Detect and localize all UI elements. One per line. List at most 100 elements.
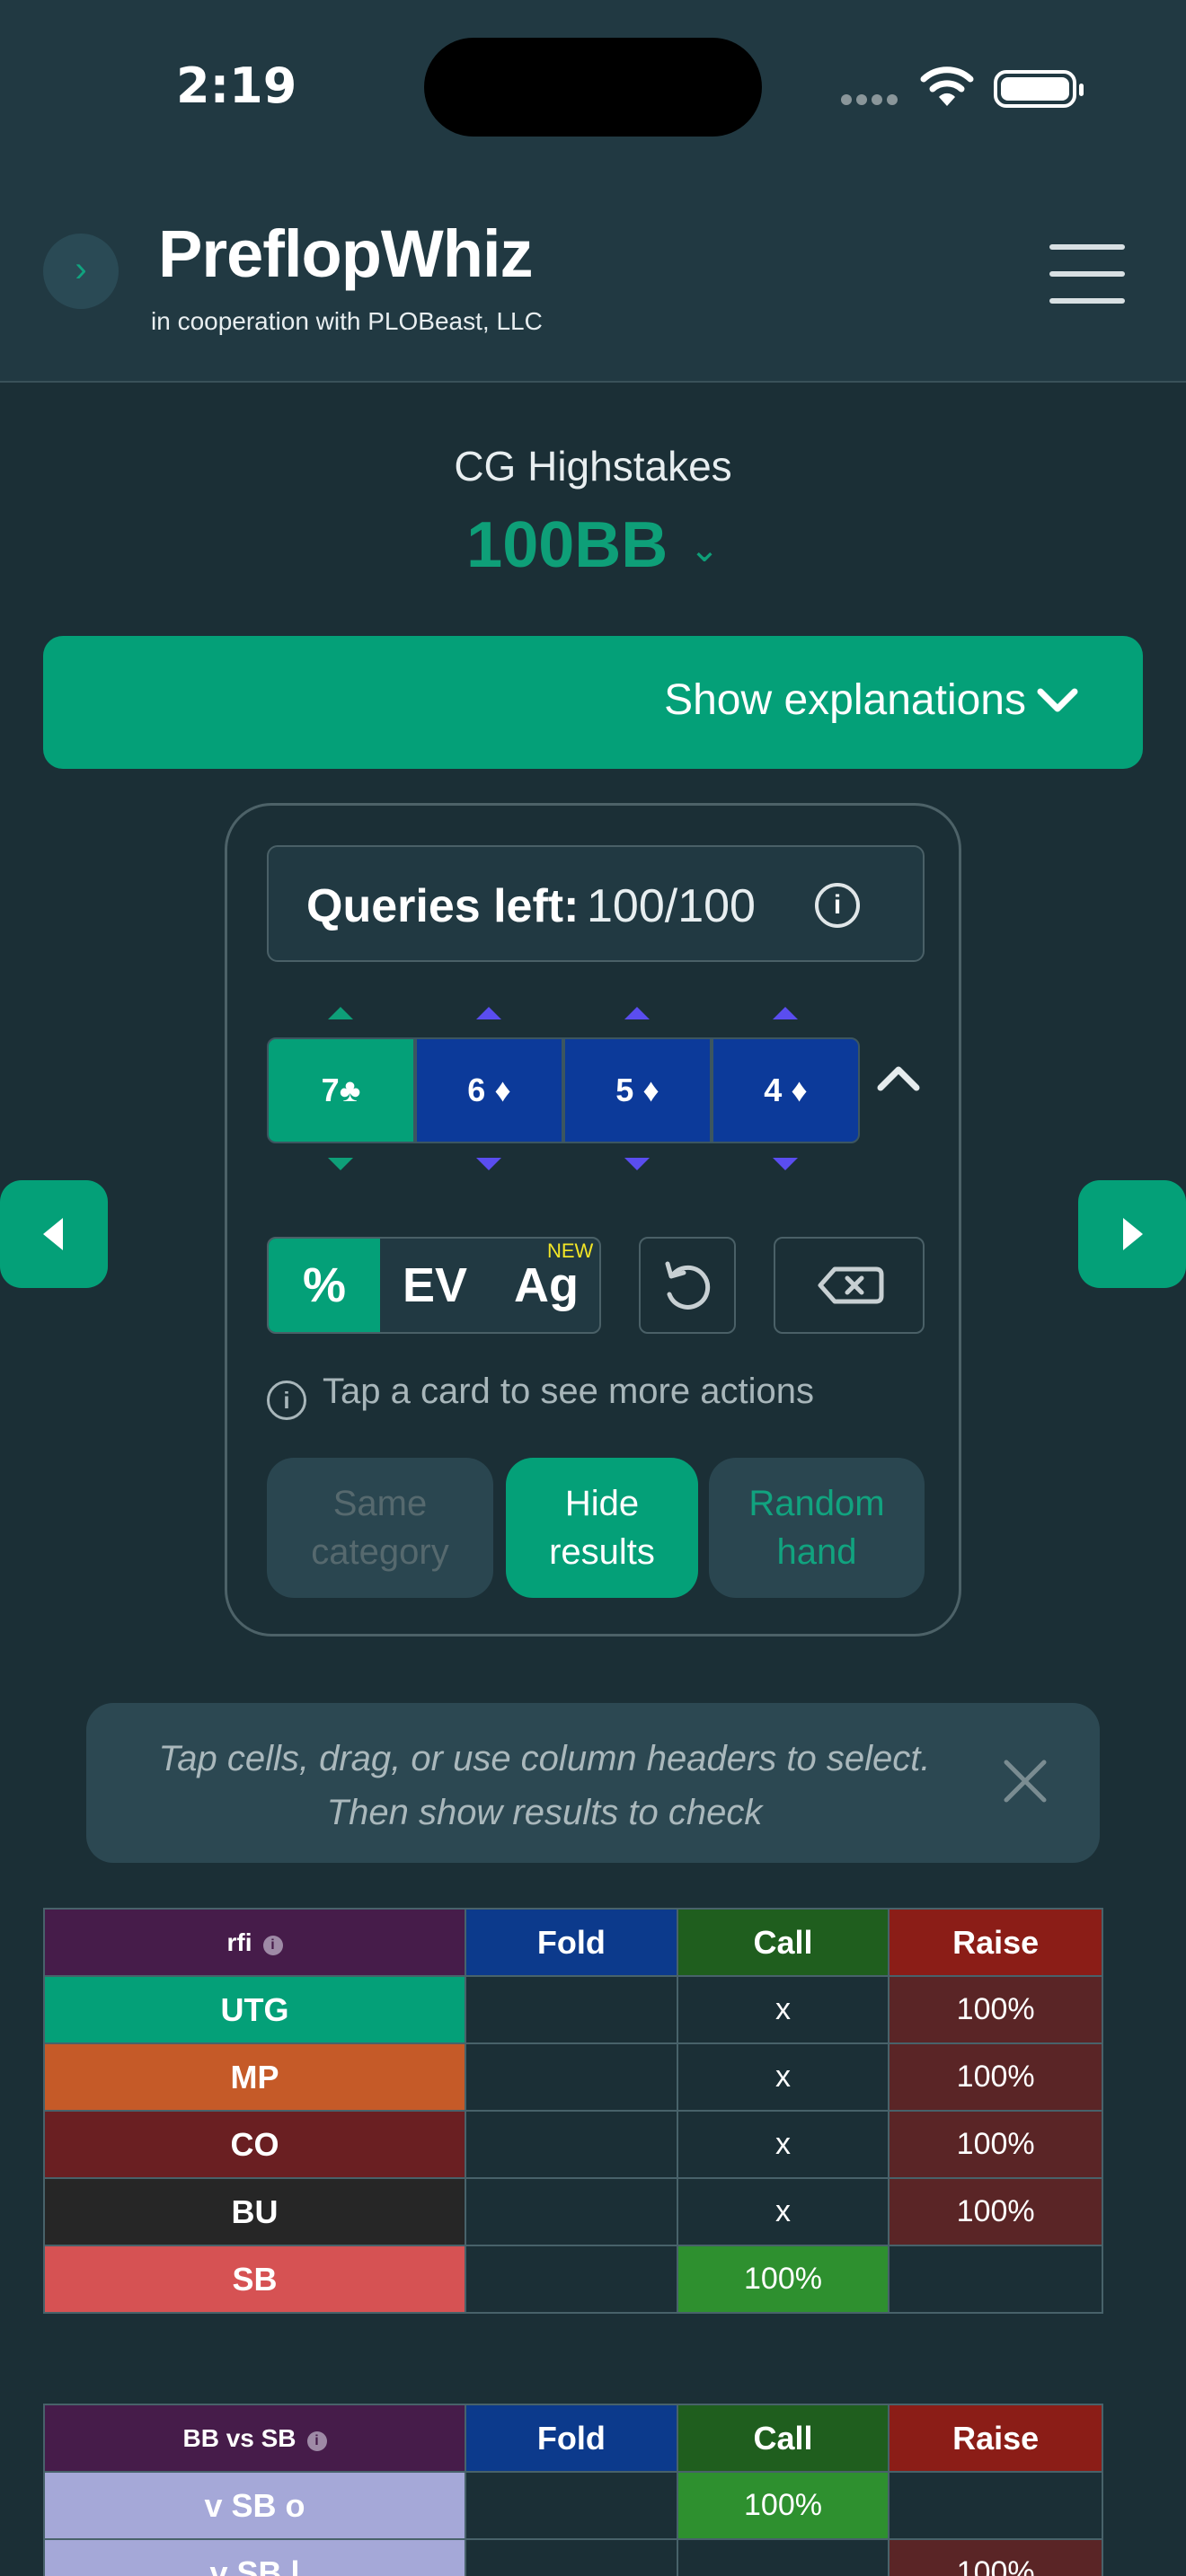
header-label: rfi bbox=[226, 1928, 252, 1956]
brand-tagline: in cooperation with PLOBeast, LLC bbox=[151, 307, 543, 335]
mode-percent-button[interactable]: % bbox=[269, 1239, 380, 1332]
raise-cell[interactable] bbox=[888, 2245, 1103, 2314]
hide-results-label-2: results bbox=[549, 1532, 655, 1572]
fold-cell[interactable] bbox=[465, 2471, 678, 2540]
call-cell[interactable]: 100% bbox=[676, 2245, 890, 2314]
raise-cell[interactable] bbox=[888, 2471, 1103, 2540]
clear-button[interactable] bbox=[774, 1237, 925, 1334]
row-header-v-sb-o[interactable]: v SB o bbox=[42, 2471, 467, 2540]
battery-icon bbox=[994, 70, 1084, 108]
column-header-bb-vs-sb[interactable]: BB vs SB i bbox=[42, 2404, 467, 2473]
info-icon[interactable]: i bbox=[815, 883, 860, 928]
chevron-right-icon: › bbox=[75, 250, 87, 289]
show-explanations-button[interactable]: Show explanations bbox=[43, 636, 1143, 769]
hide-results-button[interactable]: Hide results bbox=[506, 1458, 698, 1598]
undo-icon bbox=[665, 1261, 711, 1310]
mode-ev-button[interactable]: EV bbox=[380, 1239, 490, 1332]
diamond-icon: ♦ bbox=[642, 1072, 659, 1108]
card-3[interactable]: 5 ♦ bbox=[563, 1037, 712, 1143]
fold-cell[interactable] bbox=[465, 2177, 678, 2246]
column-header-rfi[interactable]: rfi i bbox=[42, 1908, 467, 1977]
header-label: BB vs SB bbox=[182, 2423, 296, 2452]
row-header-utg[interactable]: UTG bbox=[42, 1975, 467, 2044]
info-icon: i bbox=[267, 1381, 306, 1420]
card-2-down-arrow-icon[interactable] bbox=[476, 1158, 501, 1170]
card-4[interactable]: 4 ♦ bbox=[712, 1037, 860, 1143]
column-header-call[interactable]: Call bbox=[676, 2404, 890, 2473]
column-header-raise[interactable]: Raise bbox=[888, 1908, 1103, 1977]
diamond-icon: ♦ bbox=[494, 1072, 511, 1108]
card-3-up-arrow-icon[interactable] bbox=[624, 1007, 650, 1019]
expand-sidebar-button[interactable]: › bbox=[43, 234, 119, 309]
card-1[interactable]: 7♣ bbox=[267, 1037, 415, 1143]
column-header-call[interactable]: Call bbox=[676, 1908, 890, 1977]
raise-cell[interactable]: 100% bbox=[888, 2177, 1103, 2246]
card-4-down-arrow-icon[interactable] bbox=[773, 1158, 798, 1170]
query-panel: Queries left: 100/100 i 7♣ 6 ♦ 5 ♦ 4 ♦ %… bbox=[225, 803, 961, 1636]
chevron-down-icon bbox=[1037, 688, 1078, 712]
row-header-bu[interactable]: BU bbox=[42, 2177, 467, 2246]
column-header-raise[interactable]: Raise bbox=[888, 2404, 1103, 2473]
fold-cell[interactable] bbox=[465, 2110, 678, 2179]
card-4-up-arrow-icon[interactable] bbox=[773, 1007, 798, 1019]
card-2[interactable]: 6 ♦ bbox=[415, 1037, 563, 1143]
backspace-icon bbox=[818, 1266, 884, 1304]
table-row: BU x 100% bbox=[42, 2177, 1103, 2246]
card-rank: 6 bbox=[467, 1072, 486, 1108]
club-icon: ♣ bbox=[339, 1072, 361, 1108]
undo-button[interactable] bbox=[639, 1237, 736, 1334]
call-cell[interactable]: x bbox=[676, 2110, 890, 2179]
site-name: CG Highstakes bbox=[454, 443, 732, 490]
call-cell[interactable]: x bbox=[676, 2177, 890, 2246]
column-header-fold[interactable]: Fold bbox=[465, 2404, 678, 2473]
fold-cell[interactable] bbox=[465, 2245, 678, 2314]
card-3-down-arrow-icon[interactable] bbox=[624, 1158, 650, 1170]
card-1-up-arrow-icon[interactable] bbox=[328, 1007, 353, 1019]
chevron-up-icon[interactable] bbox=[876, 1063, 921, 1093]
random-hand-button[interactable]: Random hand bbox=[709, 1458, 925, 1598]
row-header-mp[interactable]: MP bbox=[42, 2042, 467, 2112]
raise-cell[interactable]: 100% bbox=[888, 2538, 1103, 2576]
fold-cell[interactable] bbox=[465, 2042, 678, 2112]
row-header-sb[interactable]: SB bbox=[42, 2245, 467, 2314]
status-time: 2:19 bbox=[176, 57, 297, 114]
same-category-label-1: Same bbox=[332, 1484, 428, 1523]
raise-cell[interactable]: 100% bbox=[888, 1975, 1103, 2044]
table-row: CO x 100% bbox=[42, 2110, 1103, 2179]
raise-cell[interactable]: 100% bbox=[888, 2110, 1103, 2179]
same-category-button[interactable]: Same category bbox=[267, 1458, 493, 1598]
row-header-v-sb-l[interactable]: v SB l bbox=[42, 2538, 467, 2576]
column-header-fold[interactable]: Fold bbox=[465, 1908, 678, 1977]
call-cell[interactable]: 100% bbox=[676, 2471, 890, 2540]
row-header-co[interactable]: CO bbox=[42, 2110, 467, 2179]
previous-hand-button[interactable] bbox=[0, 1180, 108, 1288]
raise-cell[interactable]: 100% bbox=[888, 2042, 1103, 2112]
tip-text: Tap cells, drag, or use column headers t… bbox=[122, 1732, 967, 1839]
caret-left-icon bbox=[43, 1218, 63, 1250]
card-2-up-arrow-icon[interactable] bbox=[476, 1007, 501, 1019]
fold-cell[interactable] bbox=[465, 1975, 678, 2044]
menu-icon[interactable] bbox=[1049, 244, 1125, 325]
call-cell[interactable] bbox=[676, 2538, 890, 2576]
selection-tip: Tap cells, drag, or use column headers t… bbox=[86, 1703, 1100, 1863]
fold-cell[interactable] bbox=[465, 2538, 678, 2576]
info-icon[interactable]: i bbox=[306, 2430, 327, 2451]
hint-text: i Tap a card to see more actions bbox=[267, 1372, 814, 1420]
queries-left-box: Queries left: 100/100 i bbox=[267, 845, 925, 962]
close-icon[interactable] bbox=[1003, 1759, 1048, 1804]
info-icon[interactable]: i bbox=[262, 1935, 283, 1955]
card-1-down-arrow-icon[interactable] bbox=[328, 1158, 353, 1170]
call-cell[interactable]: x bbox=[676, 1975, 890, 2044]
hide-results-label-1: Hide bbox=[564, 1484, 640, 1523]
call-cell[interactable]: x bbox=[676, 2042, 890, 2112]
diamond-icon: ♦ bbox=[791, 1072, 808, 1108]
bb-vs-sb-table: BB vs SB i Fold Call Raise v SB o 100% v … bbox=[42, 2404, 1103, 2576]
next-hand-button[interactable] bbox=[1078, 1180, 1186, 1288]
show-explanations-label: Show explanations bbox=[664, 676, 1026, 724]
tip-line-1: Tap cells, drag, or use column headers t… bbox=[158, 1739, 931, 1778]
card-rank: 4 bbox=[764, 1072, 783, 1108]
random-hand-label-1: Random bbox=[748, 1484, 885, 1523]
brand-logo: PreflopWhiz bbox=[158, 216, 534, 291]
table-header: rfi i Fold Call Raise bbox=[42, 1908, 1103, 1977]
stack-selector[interactable]: 100BB ⌄ bbox=[0, 508, 1186, 582]
